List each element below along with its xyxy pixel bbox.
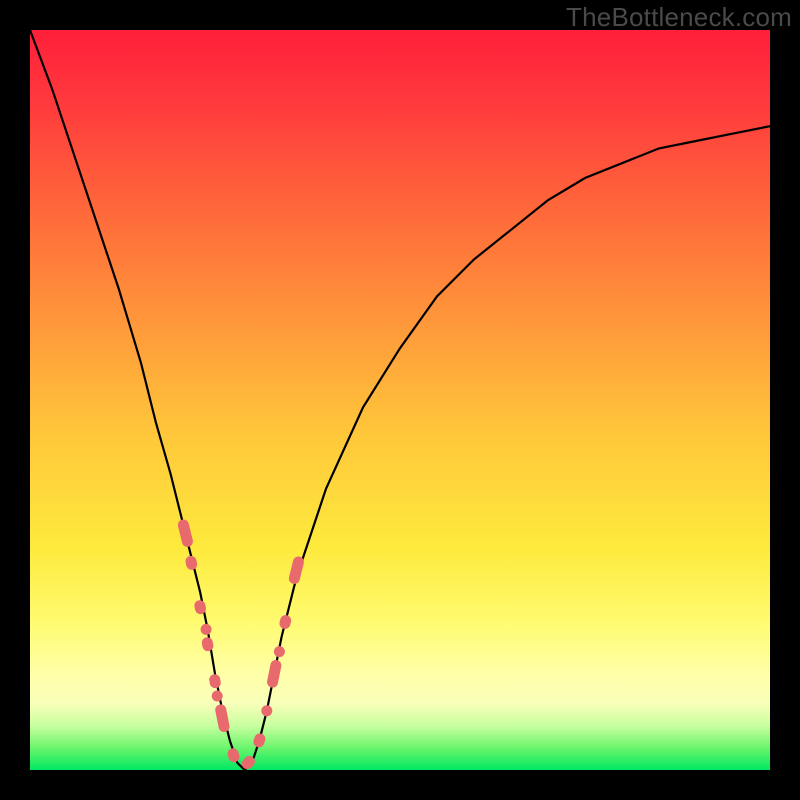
marker-pill <box>252 732 267 749</box>
highlight-markers <box>177 518 305 771</box>
marker-dot <box>274 646 285 657</box>
marker-pill <box>278 614 292 630</box>
bottleneck-curve <box>30 30 770 770</box>
marker-pill <box>208 673 221 689</box>
watermark-text: TheBottleneck.com <box>566 2 792 33</box>
marker-pill <box>214 703 230 733</box>
marker-pill <box>288 555 305 585</box>
marker-pill <box>226 747 241 764</box>
marker-pill <box>177 518 194 548</box>
plot-area <box>30 30 770 770</box>
marker-dot <box>261 705 272 716</box>
marker-pill <box>201 636 215 652</box>
chart-frame: TheBottleneck.com <box>0 0 800 800</box>
curve-svg <box>30 30 770 770</box>
marker-dot <box>201 624 212 635</box>
marker-pill <box>184 555 198 571</box>
marker-pill <box>266 659 282 689</box>
marker-dot <box>212 691 223 702</box>
